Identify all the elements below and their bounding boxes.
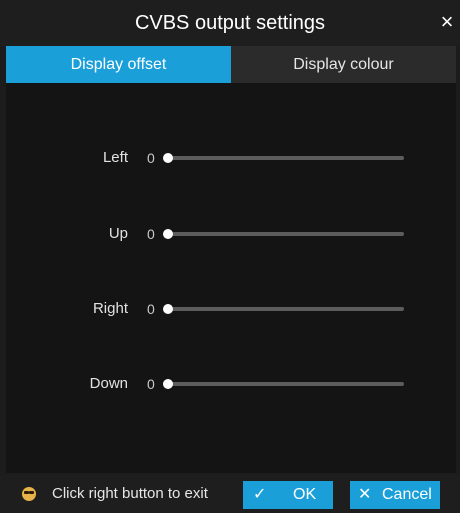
offset-slider-up[interactable] <box>163 223 404 245</box>
slider-track <box>168 307 404 311</box>
ok-button-label: OK <box>293 486 317 503</box>
offset-label-right: Right <box>92 300 128 317</box>
slider-track <box>168 156 404 160</box>
cvbs-output-settings-dialog: CVBS output settings × Display offset Di… <box>0 0 460 513</box>
cancel-button[interactable]: ✕ Cancel <box>350 481 440 509</box>
offset-value-down: 0 <box>147 376 155 392</box>
close-icon[interactable]: × <box>438 10 456 34</box>
slider-knob[interactable] <box>163 379 173 389</box>
dialog-footer: Click right button to exit ✓ OK ✕ Cancel <box>0 475 460 513</box>
cancel-button-label: Cancel <box>382 486 432 503</box>
check-icon: ✓ <box>253 486 267 503</box>
offset-value-left: 0 <box>147 150 155 166</box>
exit-hint: Click right button to exit <box>52 485 208 502</box>
offset-label-down: Down <box>89 375 128 392</box>
offset-slider-left[interactable] <box>163 147 404 169</box>
offset-value-right: 0 <box>147 301 155 317</box>
slider-knob[interactable] <box>163 153 173 163</box>
offset-value-up: 0 <box>147 226 155 242</box>
offset-row-right: Right 0 <box>6 298 456 320</box>
display-offset-panel: Left 0 Up 0 Right 0 Down 0 <box>6 83 456 473</box>
tab-display-colour[interactable]: Display colour <box>231 46 456 83</box>
slider-track <box>168 382 404 386</box>
slider-track <box>168 232 404 236</box>
offset-row-up: Up 0 <box>6 223 456 245</box>
ok-button[interactable]: ✓ OK <box>243 481 333 509</box>
offset-row-down: Down 0 <box>6 373 456 395</box>
mouse-icon <box>22 487 36 501</box>
slider-knob[interactable] <box>163 229 173 239</box>
dialog-titlebar: CVBS output settings × <box>0 0 460 46</box>
slider-knob[interactable] <box>163 304 173 314</box>
offset-slider-right[interactable] <box>163 298 404 320</box>
offset-row-left: Left 0 <box>6 147 456 169</box>
tab-bar: Display offset Display colour <box>6 46 456 83</box>
tab-display-offset[interactable]: Display offset <box>6 46 231 83</box>
offset-label-up: Up <box>108 225 128 242</box>
offset-label-left: Left <box>102 149 128 166</box>
cross-icon: ✕ <box>358 486 372 503</box>
offset-slider-down[interactable] <box>163 373 404 395</box>
dialog-title: CVBS output settings <box>134 12 326 34</box>
